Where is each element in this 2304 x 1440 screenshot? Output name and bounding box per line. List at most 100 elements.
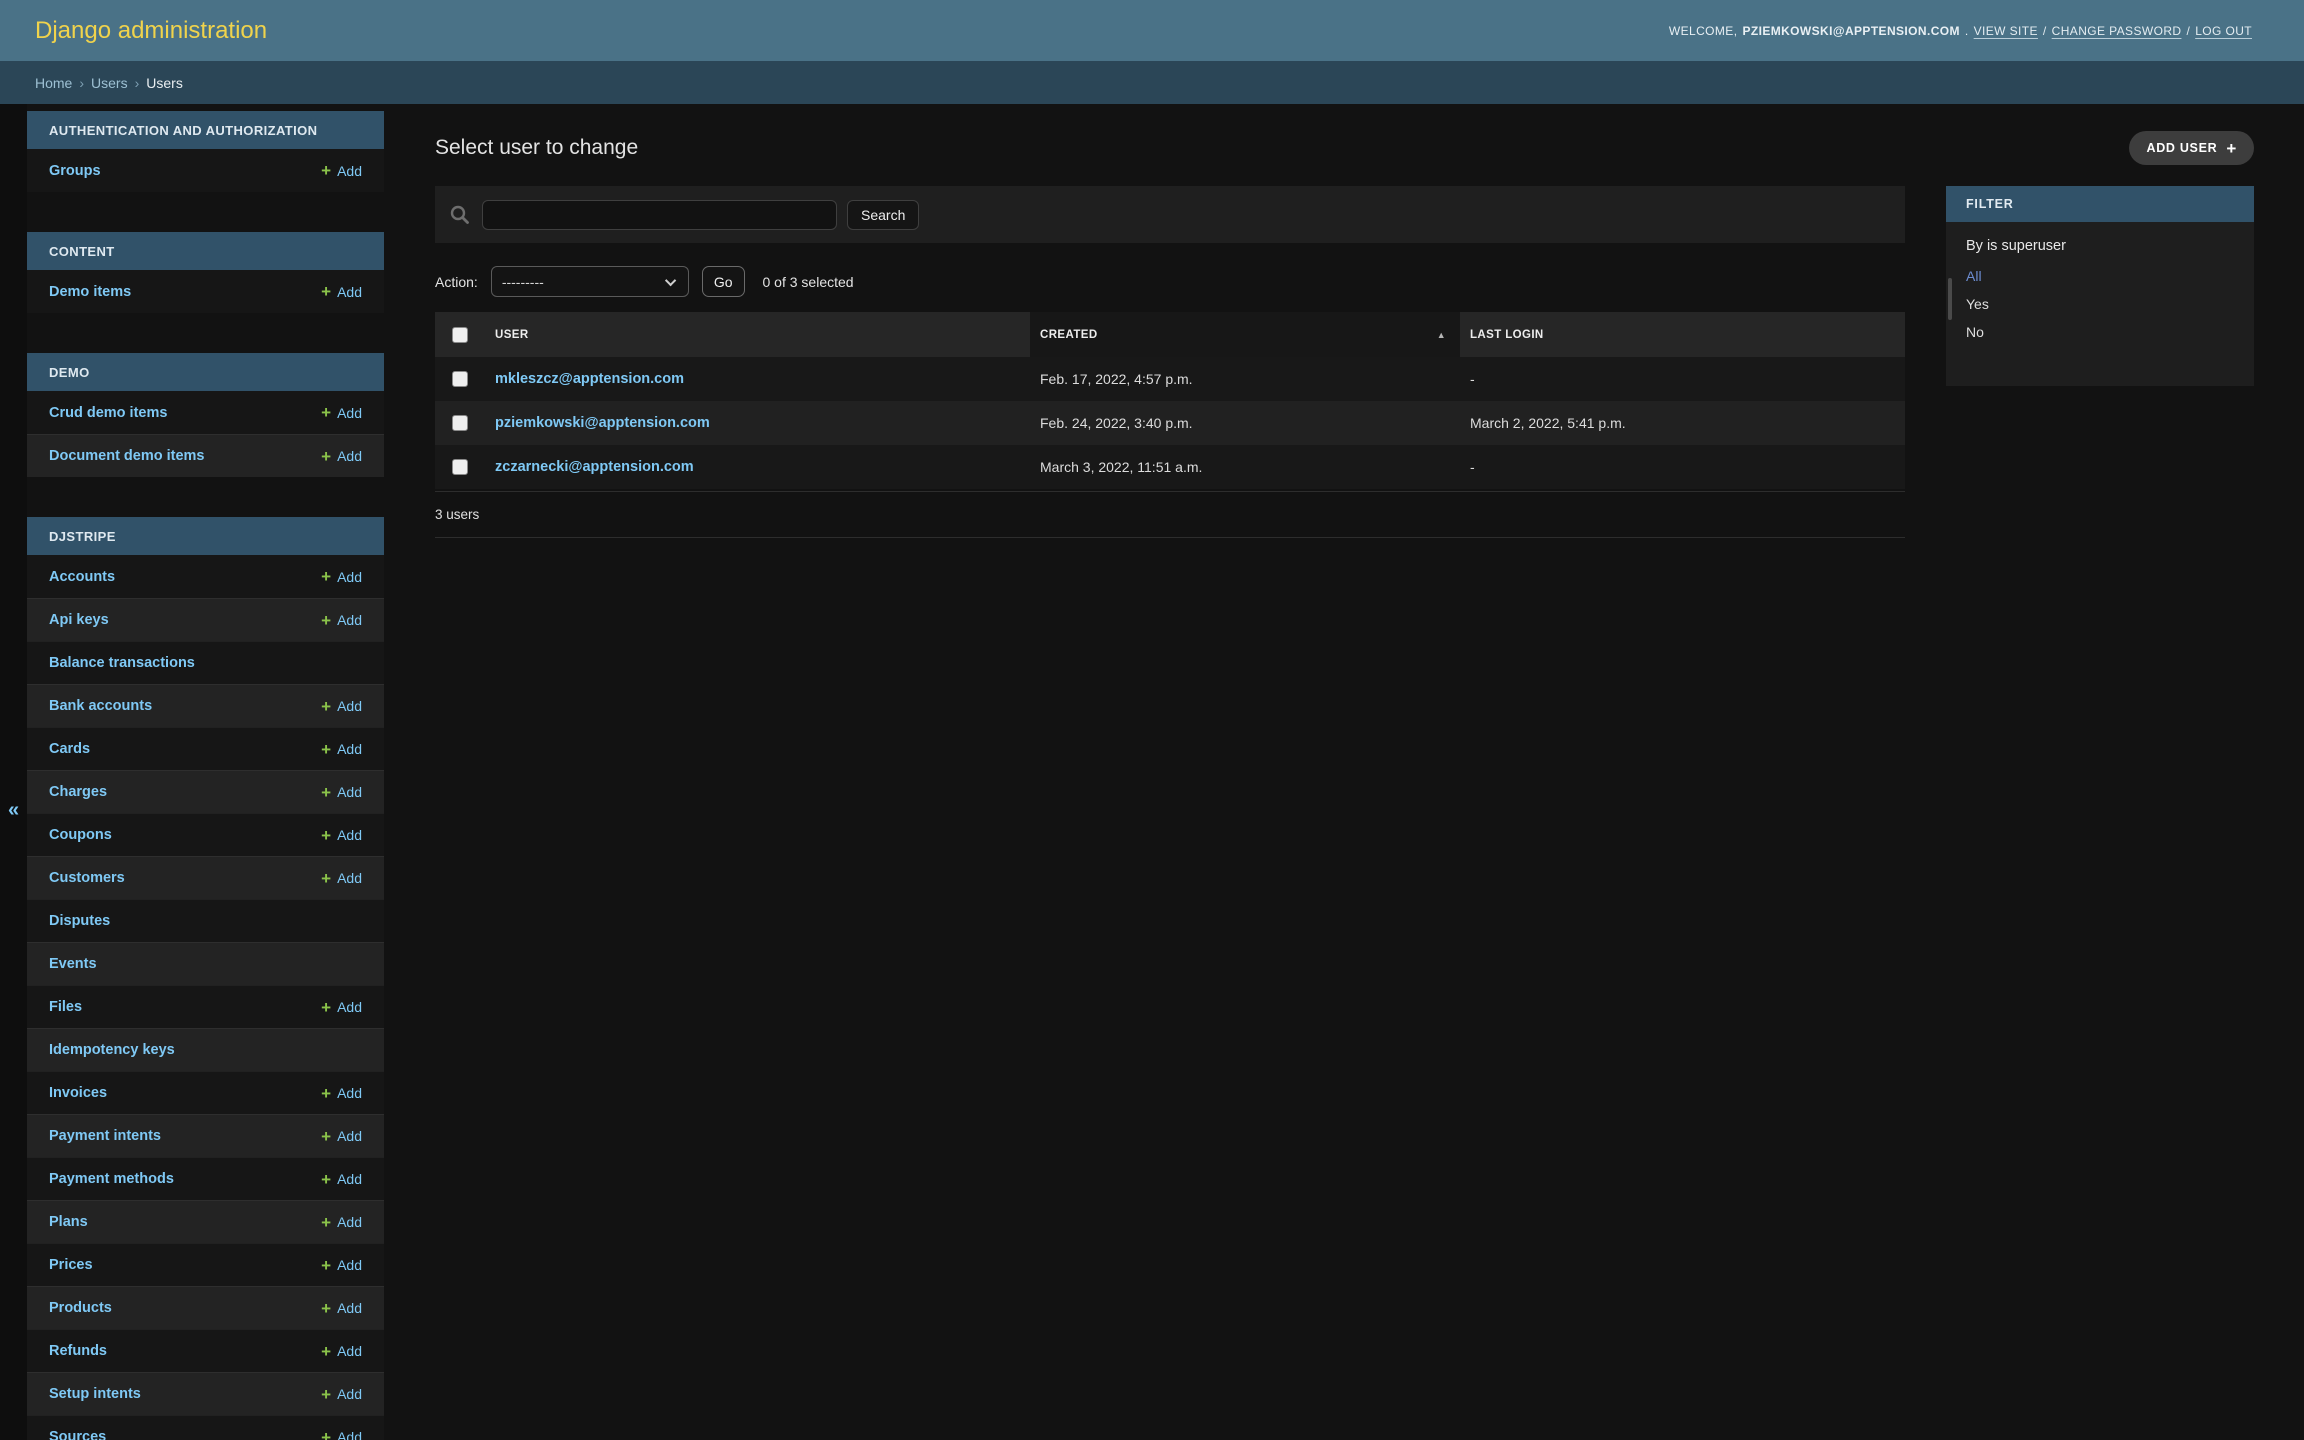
sidebar-item-link[interactable]: Document demo items [49,448,321,464]
sidebar-item-link[interactable]: Files [49,999,321,1015]
plus-icon: + [321,446,332,466]
table-header-row: USER CREATED ▲ LAST LOGIN [435,312,1905,357]
page-title: Select user to change [435,136,639,159]
row-checkbox[interactable] [452,371,468,387]
sidebar-item: Crud demo items + Add [27,391,384,434]
add-label: Add [337,448,362,464]
sidebar-item-link[interactable]: Events [49,956,362,972]
sidebar-item-link[interactable]: Disputes [49,913,362,929]
plus-icon: + [321,825,332,845]
sidebar-item-link[interactable]: Setup intents [49,1386,321,1402]
sidebar-item-link[interactable]: Payment intents [49,1128,321,1144]
add-user-button[interactable]: ADD USER + [2129,131,2254,165]
sidebar-item-add-link[interactable]: + Add [321,404,362,421]
sidebar-item-link[interactable]: Prices [49,1257,321,1273]
changelist: Search Action: --------- Go 0 of 3 selec… [435,186,2254,538]
created-cell: Feb. 17, 2022, 4:57 p.m. [1040,371,1193,387]
column-header-created[interactable]: CREATED ▲ [1030,312,1460,357]
sidebar-item-link[interactable]: Idempotency keys [49,1042,362,1058]
last-login-cell: - [1470,459,1475,475]
change-password-link[interactable]: CHANGE PASSWORD [2052,24,2182,38]
sidebar-item-link[interactable]: Balance transactions [49,655,362,671]
sidebar-item-add-link[interactable]: + Add [321,827,362,844]
breadcrumb-home[interactable]: Home [35,75,72,91]
sidebar-item-add-link[interactable]: + Add [321,1386,362,1403]
sidebar-item-add-link[interactable]: + Add [321,1257,362,1274]
sidebar-collapse-toggle[interactable]: « [0,104,27,1440]
sidebar-item-add-link[interactable]: + Add [321,283,362,300]
sidebar-section-items: Crud demo items + Add Document demo item… [27,391,384,477]
site-title[interactable]: Django administration [35,17,267,45]
log-out-link[interactable]: LOG OUT [2195,24,2252,38]
sidebar-item-link[interactable]: Api keys [49,612,321,628]
add-label: Add [337,1386,362,1402]
go-button[interactable]: Go [701,266,745,297]
sidebar-item-add-link[interactable]: + Add [321,999,362,1016]
sidebar-item-link[interactable]: Charges [49,784,321,800]
row-checkbox[interactable] [452,459,468,475]
add-label: Add [337,827,362,843]
search-button[interactable]: Search [847,199,920,230]
sidebar-item-link[interactable]: Crud demo items [49,405,321,421]
sidebar-item-add-link[interactable]: + Add [321,448,362,465]
plus-icon: + [321,282,332,301]
sidebar-item-link[interactable]: Payment methods [49,1171,321,1187]
sidebar-item-add-link[interactable]: + Add [321,870,362,887]
table-body: mkleszcz@apptension.com Feb. 17, 2022, 4… [435,357,1905,489]
sidebar-item-link[interactable]: Coupons [49,827,321,843]
sort-ascending-icon[interactable]: ▲ [1437,330,1446,340]
sidebar-item-link[interactable]: Invoices [49,1085,321,1101]
sidebar-section-items: Accounts + Add Api keys + Add Balance tr… [27,555,384,1440]
sidebar-item: Groups + Add [27,149,384,192]
user-tools: WELCOME, PZIEMKOWSKI@APPTENSION.COM. VIE… [1669,24,2252,38]
sidebar-item-add-link[interactable]: + Add [321,1128,362,1145]
breadcrumb-users-app[interactable]: Users [91,75,128,91]
add-user-label: ADD USER [2146,141,2218,155]
user-email-link[interactable]: pziemkowski@apptension.com [485,415,1030,431]
sidebar-item-add-link[interactable]: + Add [321,1214,362,1231]
filter-option-link[interactable]: No [1966,324,1984,340]
filter-option-link[interactable]: Yes [1966,296,1989,312]
created-cell: March 3, 2022, 11:51 a.m. [1040,459,1203,475]
search-input[interactable] [482,199,837,230]
sidebar-item-add-link[interactable]: + Add [321,784,362,801]
user-email-link[interactable]: mkleszcz@apptension.com [485,371,1030,387]
sidebar-item-link[interactable]: Sources [49,1429,321,1440]
sidebar-item-add-link[interactable]: + Add [321,1171,362,1188]
row-checkbox[interactable] [452,415,468,431]
paginator: 3 users [435,491,1905,538]
sidebar-item-add-link[interactable]: + Add [321,1300,362,1317]
sidebar-item-link[interactable]: Groups [49,163,321,179]
sidebar-item-add-link[interactable]: + Add [321,612,362,629]
sidebar-item-add-link[interactable]: + Add [321,1085,362,1102]
sidebar-item-add-link[interactable]: + Add [321,741,362,758]
sidebar-item-link[interactable]: Refunds [49,1343,321,1359]
sidebar-item-link[interactable]: Customers [49,870,321,886]
filter-heading: By is superuser [1966,238,2066,254]
sidebar-item-add-link[interactable]: + Add [321,162,362,179]
column-header-user[interactable]: USER [485,329,1030,341]
link-separator: / [2042,23,2047,38]
sidebar-item-link[interactable]: Cards [49,741,321,757]
main-layout: « AUTHENTICATION AND AUTHORIZATION Group… [0,104,2304,1440]
user-email-link[interactable]: zczarnecki@apptension.com [485,459,1030,475]
sidebar-item-add-link[interactable]: + Add [321,568,362,585]
select-all-checkbox[interactable] [452,326,468,343]
sidebar-item-add-link[interactable]: + Add [321,1429,362,1440]
filter-options-list: All Yes No [1966,268,2234,342]
sidebar-item-link[interactable]: Accounts [49,569,321,585]
add-label: Add [337,1085,362,1101]
sidebar-item-link[interactable]: Bank accounts [49,698,321,714]
sidebar-item-add-link[interactable]: + Add [321,698,362,715]
sidebar-item-link[interactable]: Plans [49,1214,321,1230]
changelist-results: Search Action: --------- Go 0 of 3 selec… [435,186,1905,538]
view-site-link[interactable]: VIEW SITE [1974,24,2038,38]
action-select[interactable]: --------- [490,266,689,297]
add-label: Add [337,1128,362,1144]
sidebar-item-link[interactable]: Demo items [49,284,321,300]
sidebar-item-add-link[interactable]: + Add [321,1343,362,1360]
column-header-last-login[interactable]: LAST LOGIN [1460,329,1905,341]
filter-option-link[interactable]: All [1966,268,1982,284]
sidebar-item-link[interactable]: Products [49,1300,321,1316]
filter-scrollbar[interactable] [1948,278,1952,320]
